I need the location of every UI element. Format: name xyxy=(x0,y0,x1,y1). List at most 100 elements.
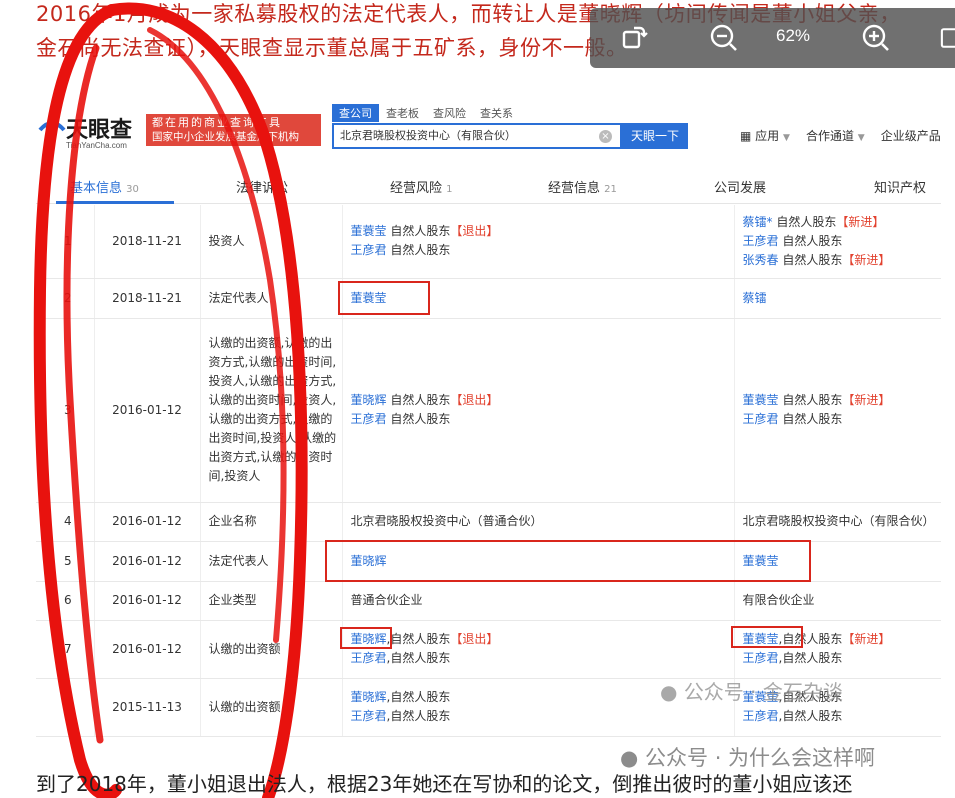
search-tabs: 查公司 查老板 查风险 查关系 xyxy=(332,104,520,122)
caret-down-icon: ▼ xyxy=(783,133,790,143)
clear-icon[interactable]: × xyxy=(599,130,612,143)
header-links: ▦ 应用 ▼ 合作通道 ▼ 企业级产品 xyxy=(740,127,941,144)
row-before: 董晓辉,自然人股东【退出】 王彦君,自然人股东 xyxy=(342,620,735,679)
search-value: 北京君晓股权投资中心（有限合伙） xyxy=(340,129,516,142)
person-link[interactable]: 董蓑莹 xyxy=(351,224,387,238)
eye-logo-icon xyxy=(38,121,66,136)
row-item: 法定代表人 xyxy=(200,278,343,319)
row-date: 2016-01-12 xyxy=(94,620,201,679)
row-item: 认缴的出资额 xyxy=(200,678,343,737)
tab-business-info[interactable]: 经营信息 21 xyxy=(548,177,617,196)
row-no: 3 xyxy=(36,318,95,503)
row-after: 北京君晓股权投资中心（有限合伙） xyxy=(734,502,941,542)
header-link-cooperation[interactable]: 合作通道 ▼ xyxy=(806,127,865,144)
tab-company-development[interactable]: 公司发展 xyxy=(714,177,766,196)
row-no: 1 xyxy=(36,205,95,279)
person-link[interactable]: 张秀春 xyxy=(743,253,779,267)
status-badge: 【新进】 xyxy=(842,252,891,267)
slogan-badge: 都在用的商业查询工具 国家中小企业发展基金旗下机构 xyxy=(146,114,321,146)
row-date: 2016-01-12 xyxy=(94,541,201,582)
logo-text: 天眼查 xyxy=(66,118,133,143)
row-item: 认缴的出资额,认缴的出资方式,认缴的出资时间,投资人,认缴的出资方式,认缴的出资… xyxy=(200,318,343,503)
row-before: 董晓辉 自然人股东【退出】 王彦君 自然人股东 xyxy=(342,318,735,503)
tianyancha-screenshot: 天眼查 TianYanCha.com 都在用的商业查询工具 国家中小企业发展基金… xyxy=(36,98,941,738)
row-date: 2016-01-12 xyxy=(94,502,201,542)
search-input[interactable]: 北京君晓股权投资中心（有限合伙） × xyxy=(332,123,622,149)
tab-search-company[interactable]: 查公司 xyxy=(332,104,379,122)
header-link-enterprise[interactable]: 企业级产品 xyxy=(881,127,941,144)
row-no: 7 xyxy=(36,620,95,679)
tab-legal-litigation[interactable]: 法律诉讼 xyxy=(236,177,288,196)
tyc-logo[interactable]: 天眼查 TianYanCha.com xyxy=(36,112,141,152)
highlight-box xyxy=(325,540,811,582)
active-tab-underline xyxy=(56,201,174,204)
status-badge: 【新进】 xyxy=(842,393,891,407)
row-after: 有限合伙企业 xyxy=(734,581,941,621)
row-item: 企业名称 xyxy=(200,502,343,542)
person-link[interactable]: 董晓辉 xyxy=(351,690,387,704)
tab-search-boss[interactable]: 查老板 xyxy=(379,104,426,122)
row-item: 投资人 xyxy=(200,205,343,279)
tab-intellectual-property[interactable]: 知识产权 xyxy=(874,177,926,196)
row-no: 4 xyxy=(36,502,95,542)
grid-icon: ▦ xyxy=(740,129,752,143)
highlight-box xyxy=(340,627,392,649)
row-no: 2 xyxy=(36,278,95,319)
person-link[interactable]: 董蓑莹 xyxy=(743,393,779,407)
status-badge: 【退出】 xyxy=(450,632,499,646)
person-link[interactable]: 王彦君 xyxy=(743,412,779,426)
person-link[interactable]: 王彦君 xyxy=(351,651,387,665)
zoom-in-icon[interactable] xyxy=(858,20,894,56)
change-history-table: 1 2018-11-21 投资人 董蓑莹 自然人股东【退出】 王彦君 自然人股东… xyxy=(36,205,941,737)
tab-basic-info[interactable]: 基本信息 30 xyxy=(70,177,139,196)
status-badge: 【新进】 xyxy=(842,632,891,646)
slogan-line-2: 国家中小企业发展基金旗下机构 xyxy=(152,131,299,143)
wechat-icon: ● xyxy=(620,746,639,770)
zoom-out-icon[interactable] xyxy=(706,20,742,56)
row-before: 董蓑莹 自然人股东【退出】 王彦君 自然人股东 xyxy=(342,205,735,279)
row-date: 2016-01-12 xyxy=(94,581,201,621)
table-row: 7 2016-01-12 认缴的出资额 董晓辉,自然人股东【退出】 王彦君,自然… xyxy=(36,620,941,679)
wechat-icon: ● xyxy=(660,680,678,704)
rotate-icon[interactable] xyxy=(616,20,652,56)
row-no xyxy=(36,678,95,737)
search-button[interactable]: 天眼一下 xyxy=(622,123,688,149)
person-link[interactable]: 王彦君 xyxy=(351,412,387,426)
row-date: 2016-01-12 xyxy=(94,318,201,503)
person-link[interactable]: 王彦君 xyxy=(743,709,779,723)
article-bottom-text: 到了2018年，董小姐退出法人，根据23年她还在写协和的论文，倒推出彼时的董小姐… xyxy=(36,772,853,796)
highlight-box xyxy=(338,281,430,315)
row-before: 北京君晓股权投资中心（普通合伙） xyxy=(342,502,735,542)
caret-down-icon: ▼ xyxy=(857,133,865,143)
table-row: 6 2016-01-12 企业类型 普通合伙企业 有限合伙企业 xyxy=(36,581,941,621)
person-link[interactable]: 蔡镭* xyxy=(743,215,773,229)
zoom-level: 62% xyxy=(776,26,811,45)
row-after: 蔡镭* 自然人股东【新进】 王彦君 自然人股东 张秀春 自然人股东【新进】 xyxy=(734,205,941,279)
status-badge: 【退出】 xyxy=(450,224,499,239)
person-link[interactable]: 蔡镭 xyxy=(743,291,767,305)
person-link[interactable]: 王彦君 xyxy=(743,651,779,665)
tab-search-risk[interactable]: 查风险 xyxy=(426,104,473,122)
tab-business-risk[interactable]: 经营风险 1 xyxy=(390,177,453,196)
person-link[interactable]: 王彦君 xyxy=(351,243,387,257)
person-link[interactable]: 董晓辉 xyxy=(351,393,387,407)
table-row: 2 2018-11-21 法定代表人 董蓑莹 蔡镭 xyxy=(36,278,941,319)
person-link[interactable]: 王彦君 xyxy=(743,234,779,248)
row-no: 6 xyxy=(36,581,95,621)
image-viewer-toolbar: 62% xyxy=(590,8,955,68)
row-after: 董蓑莹 自然人股东【新进】 王彦君 自然人股东 xyxy=(734,318,941,503)
row-item: 企业类型 xyxy=(200,581,343,621)
slogan-line-1: 都在用的商业查询工具 xyxy=(152,116,282,129)
row-after: 蔡镭 xyxy=(734,278,941,319)
panel-icon[interactable] xyxy=(934,20,955,56)
watermark-inner: ● 公众号 · 金石杂谈 xyxy=(660,680,843,704)
tab-search-relation[interactable]: 查关系 xyxy=(473,104,520,122)
person-link[interactable]: 王彦君 xyxy=(351,709,387,723)
company-nav-tabs: 基本信息 30 法律诉讼 经营风险 1 经营信息 21 公司发展 知识产权 xyxy=(36,168,941,204)
logo-subtext: TianYanCha.com xyxy=(66,141,127,150)
header-link-apps[interactable]: ▦ 应用 ▼ xyxy=(740,127,790,144)
highlight-box xyxy=(731,626,803,648)
row-before: 普通合伙企业 xyxy=(342,581,735,621)
tyc-header: 天眼查 TianYanCha.com 都在用的商业查询工具 国家中小企业发展基金… xyxy=(36,98,941,158)
table-row: 1 2018-11-21 投资人 董蓑莹 自然人股东【退出】 王彦君 自然人股东… xyxy=(36,205,941,279)
